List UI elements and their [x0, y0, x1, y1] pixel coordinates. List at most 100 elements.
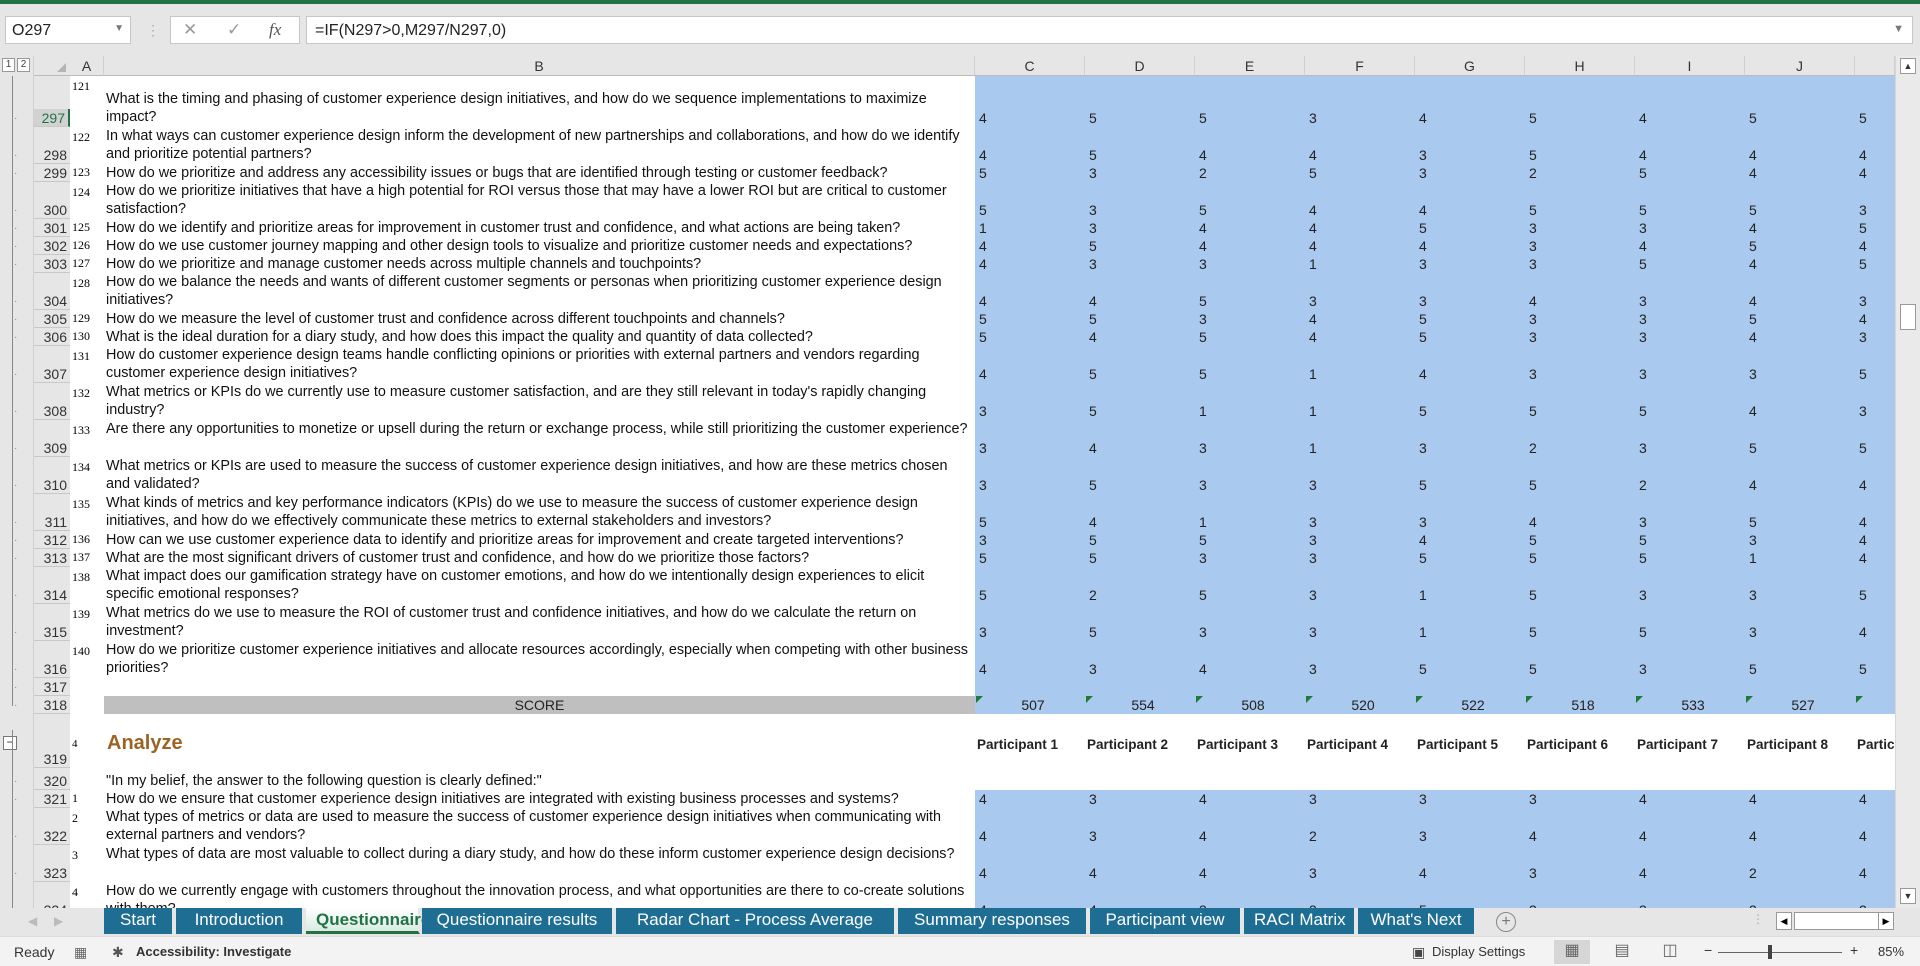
column-header-b[interactable]: B: [104, 56, 975, 76]
row-header[interactable]: 300: [34, 201, 70, 219]
score-cell[interactable]: 5: [979, 310, 987, 328]
column-header-e[interactable]: E: [1195, 56, 1305, 76]
score-cell[interactable]: 3: [1199, 549, 1207, 567]
score-cell[interactable]: 4: [1089, 513, 1097, 531]
score-cell[interactable]: 5: [1749, 439, 1757, 457]
score-cell[interactable]: 1: [1749, 549, 1757, 567]
row-header[interactable]: 301: [34, 219, 70, 237]
score-cell[interactable]: 3: [1749, 901, 1757, 908]
score-cell[interactable]: 5: [1529, 531, 1537, 549]
score-cell[interactable]: 4: [1419, 864, 1427, 882]
score-cell[interactable]: 5: [1419, 328, 1427, 346]
score-cell[interactable]: 5: [1859, 660, 1867, 678]
row-header[interactable]: 303: [34, 255, 70, 273]
column-header-g[interactable]: G: [1415, 56, 1525, 76]
zoom-slider-thumb[interactable]: [1767, 945, 1772, 959]
score-cell[interactable]: 4: [1309, 310, 1317, 328]
score-cell[interactable]: 4: [1749, 292, 1757, 310]
score-cell[interactable]: 5: [1749, 201, 1757, 219]
vertical-scrollbar[interactable]: ▲ ▼: [1895, 56, 1920, 908]
tab-split-handle-icon[interactable]: ⋮: [1752, 912, 1764, 926]
error-indicator-icon[interactable]: [1086, 696, 1093, 703]
score-cell[interactable]: 3: [1089, 660, 1097, 678]
score-cell[interactable]: 3: [1529, 310, 1537, 328]
score-cell[interactable]: 5: [1419, 402, 1427, 420]
score-cell[interactable]: 5: [1859, 219, 1867, 237]
score-cell[interactable]: 4: [1199, 864, 1207, 882]
score-cell[interactable]: 5: [1859, 109, 1867, 127]
score-cell[interactable]: 4: [979, 237, 987, 255]
score-cell[interactable]: 5: [1089, 476, 1097, 494]
score-cell[interactable]: 4: [979, 827, 987, 845]
score-cell[interactable]: 3: [1419, 292, 1427, 310]
score-cell[interactable]: 3: [1419, 790, 1427, 808]
score-cell[interactable]: 4: [1859, 476, 1867, 494]
score-cell[interactable]: 4: [1309, 237, 1317, 255]
score-cell[interactable]: 3: [1419, 439, 1427, 457]
score-cell[interactable]: 3: [1309, 586, 1317, 604]
score-cell[interactable]: 3: [1419, 513, 1427, 531]
zoom-level[interactable]: 85%: [1878, 944, 1904, 959]
score-cell[interactable]: 4: [1749, 255, 1757, 273]
score-cell[interactable]: 4: [1859, 513, 1867, 531]
row-header[interactable]: 313: [34, 549, 70, 567]
column-header-h[interactable]: H: [1525, 56, 1635, 76]
score-cell[interactable]: 4: [1199, 237, 1207, 255]
score-cell[interactable]: 4: [1089, 901, 1097, 908]
score-cell[interactable]: 2: [1089, 586, 1097, 604]
score-cell[interactable]: 5: [979, 586, 987, 604]
score-cell[interactable]: 3: [1639, 310, 1647, 328]
score-cell[interactable]: 4: [1749, 164, 1757, 182]
page-break-view-icon[interactable]: ◫: [1652, 940, 1688, 964]
score-cell[interactable]: 3: [1089, 219, 1097, 237]
score-cell[interactable]: 3: [1639, 219, 1647, 237]
score-cell[interactable]: 4: [1749, 402, 1757, 420]
score-cell[interactable]: 4: [1199, 146, 1207, 164]
score-cell[interactable]: 3: [1199, 439, 1207, 457]
score-cell[interactable]: 2: [1639, 476, 1647, 494]
score-cell[interactable]: 1: [1419, 586, 1427, 604]
score-cell[interactable]: 4: [1859, 549, 1867, 567]
column-header-j[interactable]: J: [1745, 56, 1855, 76]
score-cell[interactable]: 3: [1309, 864, 1317, 882]
score-cell[interactable]: 5: [1199, 201, 1207, 219]
column-header-partial[interactable]: [1855, 56, 1895, 76]
page-layout-view-icon[interactable]: ▤: [1604, 940, 1640, 964]
add-sheet-button[interactable]: +: [1496, 912, 1516, 932]
score-cell[interactable]: 4: [1309, 219, 1317, 237]
row-header[interactable]: 297: [34, 109, 70, 127]
score-cell[interactable]: 3: [1529, 864, 1537, 882]
score-cell[interactable]: 3: [1309, 790, 1317, 808]
score-cell[interactable]: 3: [1749, 623, 1757, 641]
score-cell[interactable]: 3: [1199, 255, 1207, 273]
score-cell[interactable]: 4: [1859, 864, 1867, 882]
score-cell[interactable]: 3: [1859, 201, 1867, 219]
score-cell[interactable]: 4: [1089, 439, 1097, 457]
score-cell[interactable]: 5: [1529, 549, 1537, 567]
score-cell[interactable]: 4: [1859, 164, 1867, 182]
score-cell[interactable]: 1: [1309, 365, 1317, 383]
insert-function-icon[interactable]: fx: [269, 20, 281, 40]
outline-level-1-button[interactable]: 1: [2, 58, 15, 72]
score-cell[interactable]: 4: [1859, 623, 1867, 641]
sheet-tab-introduction[interactable]: Introduction: [176, 908, 304, 934]
score-cell[interactable]: 3: [1309, 513, 1317, 531]
score-cell[interactable]: 4: [979, 109, 987, 127]
score-cell[interactable]: 4: [1639, 109, 1647, 127]
score-cell[interactable]: 5: [1199, 586, 1207, 604]
score-cell[interactable]: 4: [1419, 365, 1427, 383]
score-cell[interactable]: 1: [1199, 402, 1207, 420]
display-settings-button[interactable]: Display Settings: [1432, 944, 1525, 959]
score-cell[interactable]: 4: [979, 901, 987, 908]
score-cell[interactable]: 4: [1859, 237, 1867, 255]
row-header[interactable]: 310: [34, 476, 70, 494]
score-cell[interactable]: 5: [1529, 660, 1537, 678]
score-cell[interactable]: 3: [1089, 164, 1097, 182]
score-cell[interactable]: 4: [1199, 219, 1207, 237]
expand-formula-icon[interactable]: ▼: [1893, 23, 1904, 35]
row-header[interactable]: 319: [34, 750, 70, 768]
score-cell[interactable]: 4: [1089, 328, 1097, 346]
outline-level-2-button[interactable]: 2: [17, 58, 30, 72]
score-cell[interactable]: 3: [1089, 790, 1097, 808]
score-cell[interactable]: 3: [1309, 660, 1317, 678]
